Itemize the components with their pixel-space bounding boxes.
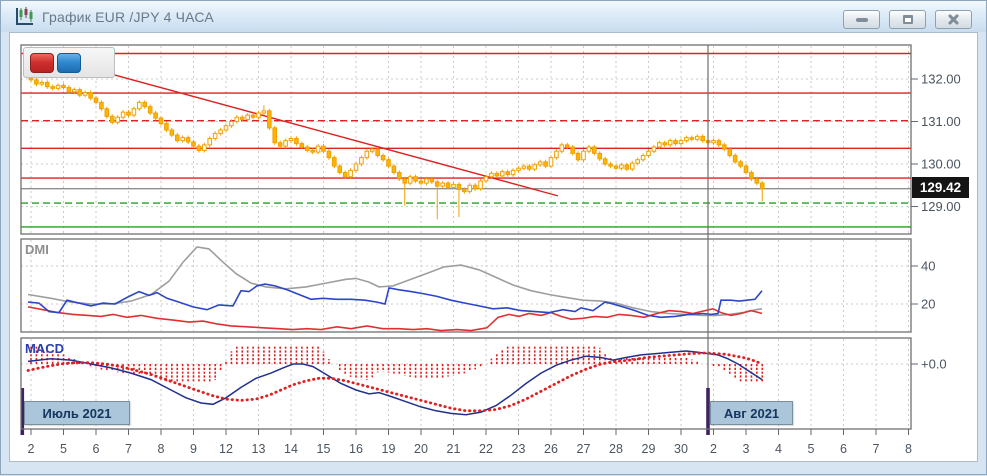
close-icon: [947, 14, 960, 25]
month-label-august: Авг 2021: [710, 401, 793, 425]
restore-icon: [902, 15, 913, 24]
macd-panel-label: MACD: [25, 341, 64, 356]
app-window: { "window": { "title": "График EUR /JPY …: [0, 0, 987, 475]
minimize-button[interactable]: [843, 10, 880, 29]
restore-button[interactable]: [889, 10, 926, 29]
sell-button[interactable]: [30, 53, 54, 73]
window-controls: [843, 10, 972, 29]
window-title: График EUR /JPY 4 ЧАСА: [42, 8, 214, 25]
close-button[interactable]: [935, 10, 972, 29]
candlestick-chart-icon: [16, 6, 33, 25]
chart-client-area: [9, 32, 978, 462]
current-price-marker: 129.42: [912, 177, 969, 198]
buy-button[interactable]: [57, 53, 81, 73]
dmi-panel-label: DMI: [25, 242, 49, 257]
minimize-icon: [855, 17, 868, 22]
order-toolbar: [23, 47, 115, 78]
month-label-july: Июль 2021: [24, 401, 130, 425]
title-bar[interactable]: График EUR /JPY 4 ЧАСА: [1, 1, 986, 32]
